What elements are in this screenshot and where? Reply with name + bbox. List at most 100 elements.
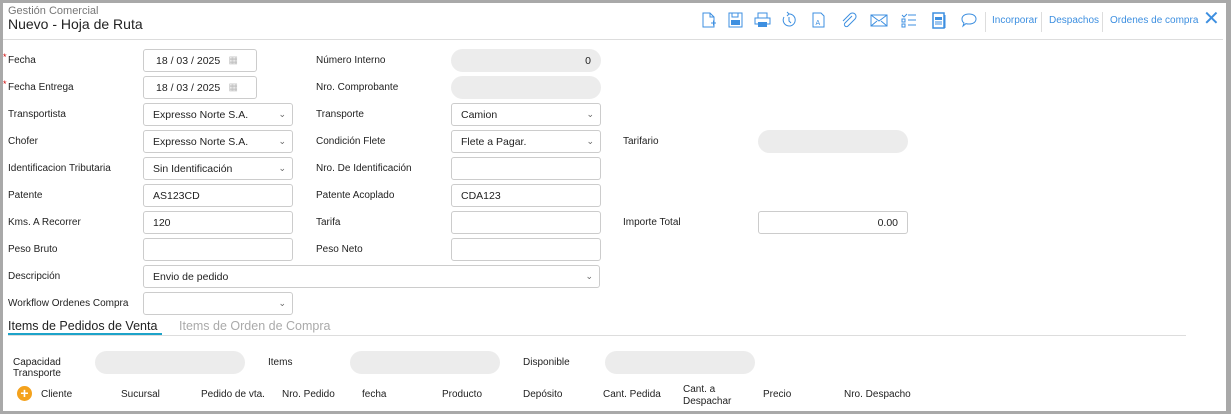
text-document-icon[interactable]: A bbox=[809, 11, 827, 29]
numero-interno-input: 0 bbox=[451, 49, 601, 72]
comment-icon[interactable] bbox=[960, 11, 978, 29]
new-document-icon[interactable] bbox=[699, 11, 717, 29]
chevron-down-icon: ⌄ bbox=[278, 163, 286, 173]
nro-comprobante-label: Nro. Comprobante bbox=[316, 82, 399, 93]
toolbar-link-incorporar[interactable]: Incorporar bbox=[992, 15, 1038, 26]
descripcion-label: Descripción bbox=[8, 271, 61, 282]
tabs-divider bbox=[8, 335, 1186, 336]
column-header[interactable]: Cant. a Despachar bbox=[683, 384, 738, 408]
close-icon[interactable]: ✕ bbox=[1203, 9, 1220, 29]
patente-value: AS123CD bbox=[153, 189, 200, 202]
column-header[interactable]: Nro. Pedido bbox=[282, 389, 362, 401]
chevron-down-icon: ⌄ bbox=[278, 109, 286, 119]
column-header[interactable]: Cant. Pedida bbox=[603, 389, 683, 401]
toolbar-separator bbox=[1102, 12, 1103, 32]
patente-input[interactable]: AS123CD bbox=[143, 184, 293, 207]
save-icon[interactable] bbox=[726, 11, 744, 29]
fecha-entrega-label: Fecha Entrega bbox=[3, 79, 74, 93]
chofer-value: Expresso Norte S.A. bbox=[153, 135, 249, 148]
peso-neto-input[interactable] bbox=[451, 238, 601, 261]
patente-label: Patente bbox=[8, 190, 43, 201]
patente-acoplado-input[interactable]: CDA123 bbox=[451, 184, 601, 207]
header-divider bbox=[3, 39, 1223, 40]
importe-total-value: 0.00 bbox=[877, 216, 898, 229]
calendar-icon[interactable]: ▦ bbox=[229, 82, 238, 93]
tarifa-input[interactable] bbox=[451, 211, 601, 234]
notes-icon[interactable] bbox=[930, 11, 948, 29]
fecha-entrega-input[interactable]: 18 / 03 / 2025 ▦ bbox=[143, 76, 257, 99]
identificacion-tributaria-value: Sin Identificación bbox=[153, 162, 233, 175]
descripcion-value: Envio de pedido bbox=[153, 270, 229, 283]
disponible-label: Disponible bbox=[523, 357, 570, 368]
print-icon[interactable] bbox=[753, 11, 771, 29]
identificacion-tributaria-select[interactable]: Sin Identificación ⌄ bbox=[143, 157, 293, 180]
kms-a-recorrer-value: 120 bbox=[153, 216, 171, 229]
condicion-flete-value: Flete a Pagar. bbox=[461, 135, 527, 148]
fecha-entrega-value: 18 / 03 / 2025 bbox=[156, 81, 221, 94]
page-title: Nuevo - Hoja de Ruta bbox=[8, 16, 143, 32]
column-header[interactable]: Sucursal bbox=[121, 389, 201, 401]
chevron-down-icon: ⌄ bbox=[278, 298, 286, 308]
transporte-select[interactable]: Camion ⌄ bbox=[451, 103, 601, 126]
chevron-down-icon: ⌄ bbox=[585, 271, 593, 281]
nro-de-identificacion-label: Nro. De Identificación bbox=[316, 163, 412, 174]
nro-de-identificacion-input[interactable] bbox=[451, 157, 601, 180]
tab-items-pedidos-venta[interactable]: Items de Pedidos de Venta bbox=[8, 319, 157, 333]
transportista-label: Transportista bbox=[8, 109, 66, 120]
toolbar-separator bbox=[1041, 12, 1042, 32]
column-header[interactable]: Precio bbox=[763, 389, 843, 401]
column-header[interactable]: fecha bbox=[362, 389, 442, 401]
chofer-label: Chofer bbox=[8, 136, 39, 147]
fecha-value: 18 / 03 / 2025 bbox=[156, 54, 221, 67]
attachment-icon[interactable] bbox=[839, 11, 857, 29]
workflow-ordenes-compra-select[interactable]: ⌄ bbox=[143, 292, 293, 315]
peso-bruto-label: Peso Bruto bbox=[8, 244, 58, 255]
calendar-icon[interactable]: ▦ bbox=[229, 55, 238, 66]
workflow-ordenes-compra-label: Workflow Ordenes Compra bbox=[8, 298, 129, 309]
capacidad-transporte-field bbox=[95, 351, 245, 374]
condicion-flete-select[interactable]: Flete a Pagar. ⌄ bbox=[451, 130, 601, 153]
checklist-icon[interactable] bbox=[900, 11, 918, 29]
condicion-flete-label: Condición Flete bbox=[316, 136, 386, 147]
peso-neto-label: Peso Neto bbox=[316, 244, 363, 255]
add-row-button[interactable]: + bbox=[17, 386, 32, 401]
importe-total-input[interactable]: 0.00 bbox=[758, 211, 908, 234]
patente-acoplado-label: Patente Acoplado bbox=[316, 190, 395, 201]
column-header[interactable]: Cliente bbox=[41, 389, 121, 401]
numero-interno-label: Número Interno bbox=[316, 55, 386, 66]
importe-total-label: Importe Total bbox=[623, 217, 681, 228]
tarifa-label: Tarifa bbox=[316, 217, 341, 228]
items-label: Items bbox=[268, 357, 293, 368]
toolbar-separator bbox=[985, 12, 986, 32]
descripcion-select[interactable]: Envio de pedido ⌄ bbox=[143, 265, 600, 288]
fecha-label: Fecha bbox=[3, 52, 36, 66]
svg-text:A: A bbox=[816, 20, 821, 27]
numero-interno-value: 0 bbox=[585, 54, 591, 67]
tab-items-orden-compra[interactable]: Items de Orden de Compra bbox=[179, 319, 330, 333]
history-icon[interactable] bbox=[780, 11, 798, 29]
transportista-select[interactable]: Expresso Norte S.A. ⌄ bbox=[143, 103, 293, 126]
chevron-down-icon: ⌄ bbox=[586, 109, 594, 119]
transporte-label: Transporte bbox=[316, 109, 364, 120]
toolbar-link-despachos[interactable]: Despachos bbox=[1049, 15, 1099, 26]
column-header[interactable]: Nro. Despacho bbox=[844, 389, 924, 401]
items-field bbox=[350, 351, 500, 374]
tarifario-label: Tarifario bbox=[623, 136, 659, 147]
kms-a-recorrer-input[interactable]: 120 bbox=[143, 211, 293, 234]
peso-bruto-input[interactable] bbox=[143, 238, 293, 261]
disponible-field bbox=[605, 351, 755, 374]
identificacion-tributaria-label: Identificacion Tributaria bbox=[8, 163, 111, 174]
email-icon[interactable] bbox=[870, 11, 888, 29]
transportista-value: Expresso Norte S.A. bbox=[153, 108, 249, 121]
chofer-select[interactable]: Expresso Norte S.A. ⌄ bbox=[143, 130, 293, 153]
column-header[interactable]: Depósito bbox=[523, 389, 603, 401]
transporte-value: Camion bbox=[461, 108, 498, 121]
nro-comprobante-input bbox=[451, 76, 601, 99]
toolbar-link-ordenes-de-compra[interactable]: Ordenes de compra bbox=[1110, 15, 1198, 26]
fecha-input[interactable]: 18 / 03 / 2025 ▦ bbox=[143, 49, 257, 72]
patente-acoplado-value: CDA123 bbox=[461, 189, 501, 202]
column-header[interactable]: Pedido de vta. bbox=[201, 389, 281, 401]
kms-a-recorrer-label: Kms. A Recorrer bbox=[8, 217, 81, 228]
chevron-down-icon: ⌄ bbox=[586, 136, 594, 146]
column-header[interactable]: Producto bbox=[442, 389, 522, 401]
